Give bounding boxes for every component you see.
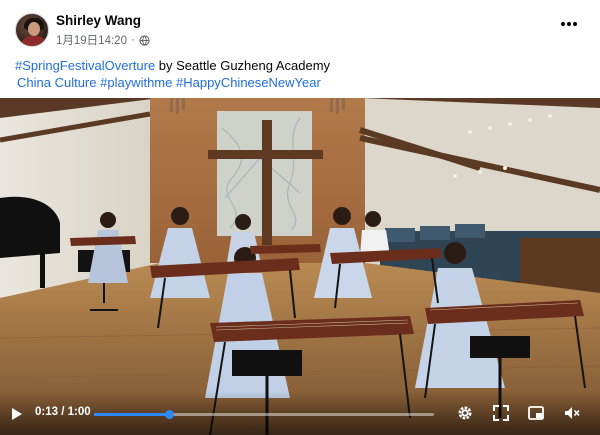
globe-icon[interactable] xyxy=(139,34,150,46)
video-time: 0:13 / 1:00 xyxy=(35,406,91,418)
avatar-face xyxy=(28,22,40,36)
caption-line-2: China Culture #playwithme #HappyChineseN… xyxy=(15,74,585,91)
video-player[interactable]: 0:13 / 1:00 xyxy=(0,98,600,435)
picture-in-picture-icon[interactable] xyxy=(527,404,545,422)
facebook-post: Shirley Wang 1月19日14:20 · #SpringFestiva… xyxy=(0,0,600,435)
author-name[interactable]: Shirley Wang xyxy=(56,13,141,28)
hashtag-happy-chinese-new-year[interactable]: #HappyChineseNewYear xyxy=(176,75,321,90)
china-culture-link[interactable]: China Culture xyxy=(17,75,100,90)
video-frame xyxy=(0,98,600,435)
author-avatar[interactable] xyxy=(15,13,49,47)
avatar-clothing xyxy=(20,36,48,46)
video-progress-bar[interactable] xyxy=(94,410,434,419)
settings-icon[interactable] xyxy=(456,404,474,422)
video-progress-fill xyxy=(94,413,169,416)
hashtag-spring-festival-overture[interactable]: #SpringFestivalOverture xyxy=(15,58,155,73)
caption-line-1: #SpringFestivalOverture by Seattle Guzhe… xyxy=(15,57,585,74)
meta-separator: · xyxy=(130,34,135,46)
fullscreen-icon[interactable] xyxy=(492,404,510,422)
post-meta: 1月19日14:20 · xyxy=(56,32,150,48)
post-caption: #SpringFestivalOverture by Seattle Guzhe… xyxy=(15,57,585,91)
video-controls: 0:13 / 1:00 xyxy=(0,391,600,435)
post-timestamp[interactable]: 1月19日14:20 xyxy=(56,32,127,48)
more-horizontal-icon[interactable] xyxy=(560,20,578,28)
play-icon[interactable] xyxy=(11,407,23,421)
video-progress-knob[interactable] xyxy=(164,410,174,419)
volume-muted-icon[interactable] xyxy=(563,404,581,422)
caption-text: by Seattle Guzheng Academy xyxy=(155,58,331,73)
hashtag-playwithme[interactable]: #playwithme xyxy=(100,75,172,90)
